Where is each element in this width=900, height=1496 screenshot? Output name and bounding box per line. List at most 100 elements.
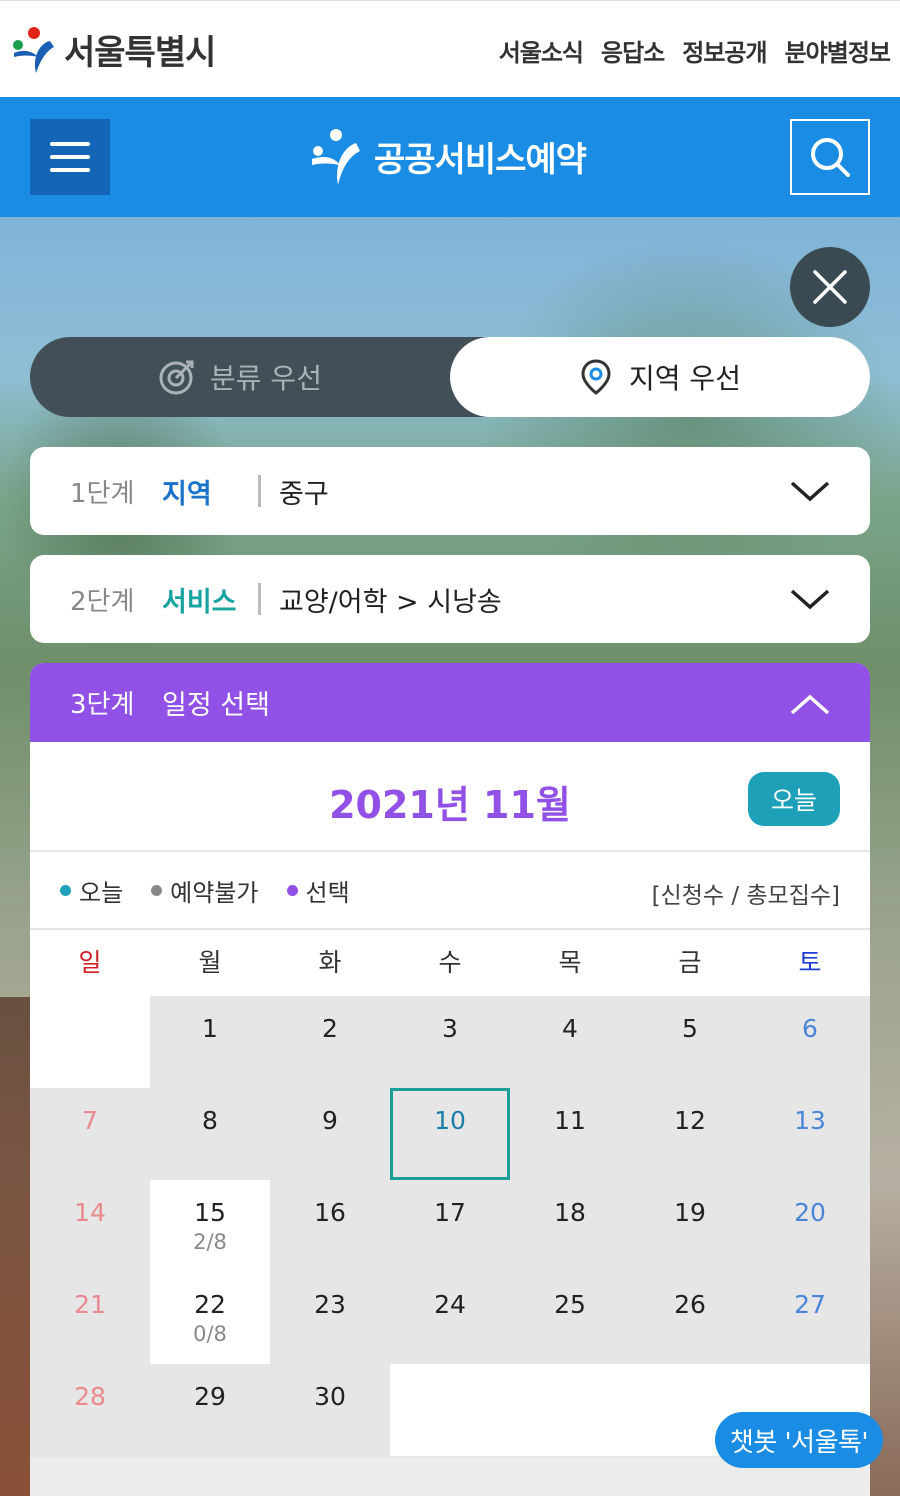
calendar-day-22[interactable]: 22 0/8 — [150, 1272, 270, 1364]
calendar-day-number: 13 — [794, 1106, 826, 1135]
calendar-empty-cell — [30, 996, 150, 1088]
calendar-day-number: 17 — [434, 1198, 466, 1227]
calendar-empty-cell — [510, 1364, 630, 1456]
calendar-day-17: 17 — [390, 1180, 510, 1272]
target-icon — [159, 360, 194, 395]
chatbot-button[interactable]: 챗봇 '서울톡' — [715, 1412, 883, 1468]
calendar-empty-cell — [390, 1364, 510, 1456]
calendar-day-number: 6 — [802, 1014, 818, 1043]
chevron-up-icon[interactable] — [788, 687, 832, 723]
calendar-day-number: 29 — [194, 1382, 226, 1411]
weekday-tue: 화 — [318, 948, 342, 977]
brand-logo-icon — [312, 129, 360, 185]
search-button[interactable] — [790, 119, 870, 195]
calendar-day-30: 30 — [270, 1364, 390, 1456]
calendar-day-19: 19 — [630, 1180, 750, 1272]
calendar-day-21: 21 — [30, 1272, 150, 1364]
step3-header[interactable]: 3단계 일정 선택 — [30, 663, 870, 742]
calendar-day-15[interactable]: 15 2/8 — [150, 1180, 270, 1272]
legend-note: [신청수 / 총모집수] — [651, 883, 840, 909]
calendar-day-27: 27 — [750, 1272, 870, 1364]
weekday-sun: 일 — [78, 948, 102, 977]
divider — [258, 583, 261, 615]
legend-label: 예약불가 — [170, 878, 259, 907]
menu-button[interactable] — [30, 119, 110, 195]
legend-unavailable: 예약불가 — [151, 873, 259, 908]
calendar-day-1: 1 — [150, 996, 270, 1088]
calendar-grid: 1 2 3 4 5 6 7 8 9 10 11 12 13 14 15 2/8 16 17 18 19 20 21 22 0/… — [30, 996, 870, 1458]
region-first-tab[interactable]: 지역 우선 — [450, 337, 870, 417]
category-first-tab[interactable]: 분류 우선 — [30, 337, 450, 417]
hamburger-icon — [50, 142, 90, 146]
brand-title: 공공서비스예약 — [374, 139, 587, 180]
calendar-day-number: 21 — [74, 1290, 106, 1319]
step1-number: 1단계 — [70, 478, 135, 509]
calendar-day-16: 16 — [270, 1180, 390, 1272]
site-header: 서울특별시 서울소식 응답소 정보공개 분야별정보 — [0, 0, 900, 97]
step1-region-select[interactable]: 1단계 지역 중구 — [30, 447, 870, 535]
step2-value: 교양/어학 > 시낭송 — [279, 586, 502, 618]
location-pin-icon — [581, 359, 611, 395]
step3-number: 3단계 — [70, 690, 135, 720]
calendar-day-number: 2 — [322, 1014, 338, 1043]
logo-text: 서울특별시 — [64, 32, 216, 73]
calendar-legend: 오늘 예약불가 선택 [신청수 / 총모집수] — [30, 852, 870, 930]
calendar-day-number: 5 — [682, 1014, 698, 1043]
hamburger-line — [50, 168, 90, 172]
calendar-day-number: 16 — [314, 1198, 346, 1227]
calendar-day-18: 18 — [510, 1180, 630, 1272]
calendar-day-7: 7 — [30, 1088, 150, 1180]
weekday-header: 일 월 화 수 목 금 토 — [30, 930, 870, 996]
step3-title: 일정 선택 — [162, 690, 270, 721]
search-mode-toggle: 분류 우선 지역 우선 — [30, 337, 870, 417]
nav-seoul-news[interactable]: 서울소식 — [499, 33, 584, 68]
calendar-day-number: 14 — [74, 1198, 106, 1227]
calendar-day-5: 5 — [630, 996, 750, 1088]
calendar-day-12: 12 — [630, 1088, 750, 1180]
calendar-day-2: 2 — [270, 996, 390, 1088]
calendar-day-6: 6 — [750, 996, 870, 1088]
calendar-day-number: 8 — [202, 1106, 218, 1135]
legend-dot-today — [60, 884, 71, 896]
nav-info-disclosure[interactable]: 정보공개 — [682, 33, 767, 68]
calendar-day-14: 14 — [30, 1180, 150, 1272]
close-button[interactable] — [790, 247, 870, 327]
chevron-down-icon[interactable] — [788, 581, 832, 617]
seoul-logo-icon — [10, 23, 60, 75]
top-nav: 서울소식 응답소 정보공개 분야별정보 — [499, 33, 891, 68]
calendar-day-number: 26 — [674, 1290, 706, 1319]
search-icon — [811, 138, 850, 177]
calendar-day-number: 1 — [202, 1014, 218, 1043]
close-icon — [813, 270, 847, 304]
calendar-day-number: 27 — [794, 1290, 826, 1319]
calendar-day-number: 12 — [674, 1106, 706, 1135]
calendar-day-number: 4 — [562, 1014, 578, 1043]
calendar-month-title: 2021년 11월 — [329, 783, 571, 827]
weekday-mon: 월 — [198, 948, 222, 977]
calendar-day-11: 11 — [510, 1088, 630, 1180]
legend-dot-unavailable — [151, 884, 163, 896]
step2-key: 서비스 — [162, 586, 237, 618]
calendar-day-number: 10 — [434, 1106, 466, 1135]
step1-value: 중구 — [279, 478, 329, 510]
seoul-logo[interactable]: 서울특별시 — [10, 21, 216, 77]
step2-number: 2단계 — [70, 586, 135, 617]
weekday-wed: 수 — [438, 948, 462, 977]
service-bar: 공공서비스예약 — [0, 97, 900, 217]
legend-selected: 선택 — [286, 873, 350, 908]
chevron-down-icon[interactable] — [788, 473, 832, 509]
nav-field-info[interactable]: 분야별정보 — [785, 33, 891, 68]
calendar-day-28: 28 — [30, 1364, 150, 1456]
calendar-day-23: 23 — [270, 1272, 390, 1364]
step3-schedule-panel: 3단계 일정 선택 2021년 11월 오늘 오늘 예약불가 선택 [신청수 /… — [30, 663, 870, 1496]
brand[interactable]: 공공서비스예약 — [308, 125, 587, 187]
divider — [258, 475, 261, 507]
today-button[interactable]: 오늘 — [748, 772, 840, 826]
calendar-day-number: 25 — [554, 1290, 586, 1319]
calendar-day-10: 10 — [390, 1088, 510, 1180]
calendar-month-row: 2021년 11월 오늘 — [30, 742, 870, 852]
nav-eungdapso[interactable]: 응답소 — [601, 33, 665, 68]
hamburger-line — [50, 155, 90, 159]
calendar-day-26: 26 — [630, 1272, 750, 1364]
step2-service-select[interactable]: 2단계 서비스 교양/어학 > 시낭송 — [30, 555, 870, 643]
